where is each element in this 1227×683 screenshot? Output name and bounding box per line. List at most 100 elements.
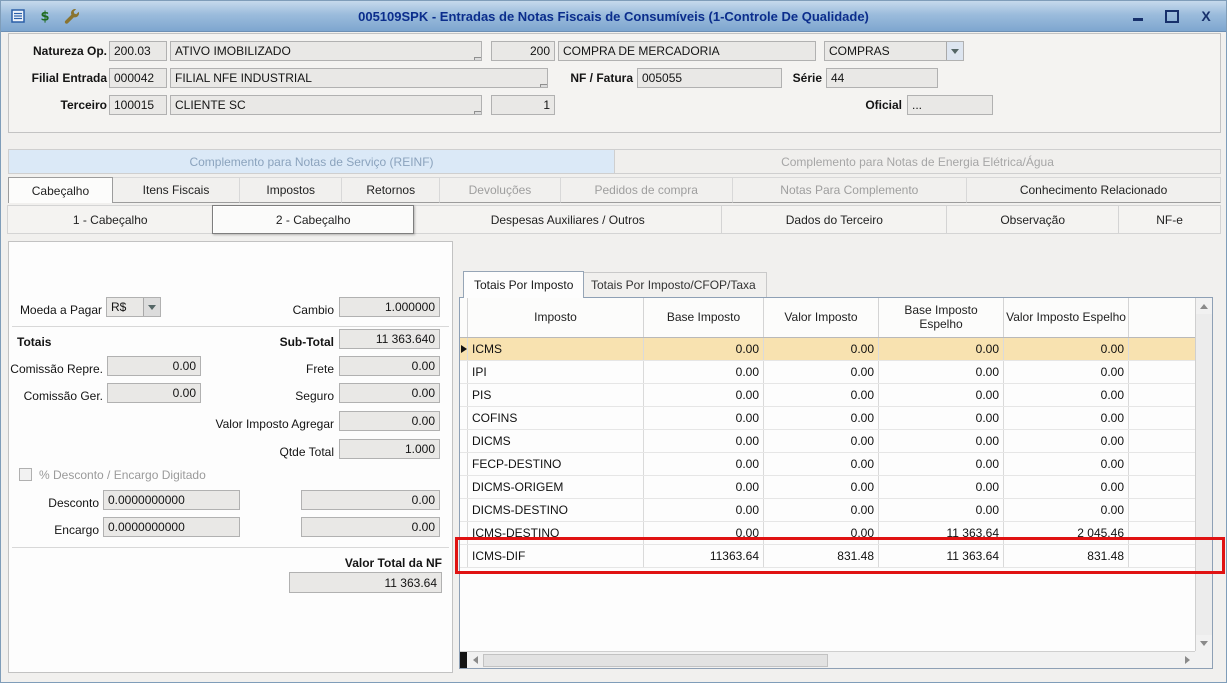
row-marker bbox=[460, 407, 468, 429]
valor-imposto-agregar-field[interactable]: 0.00 bbox=[339, 411, 440, 431]
grupo-combobox[interactable]: COMPRAS bbox=[824, 41, 964, 61]
cell-imposto: ICMS-DIF bbox=[468, 545, 644, 567]
oficial-label: Oficial bbox=[854, 95, 902, 115]
scroll-down-icon[interactable] bbox=[1196, 635, 1212, 651]
subtab-observacao[interactable]: Observação bbox=[946, 205, 1119, 234]
cell-filler bbox=[1129, 338, 1195, 360]
cell-valor-espelho: 0.00 bbox=[1004, 338, 1129, 360]
window-title: 005109SPK - Entradas de Notas Fiscais de… bbox=[1, 9, 1226, 24]
row-marker bbox=[460, 499, 468, 521]
cell-base: 11363.64 bbox=[644, 545, 764, 567]
cell-valor: 0.00 bbox=[764, 430, 879, 452]
cell-imposto: PIS bbox=[468, 384, 644, 406]
scrollbar-corner bbox=[1195, 651, 1212, 668]
column-header-valor-imposto[interactable]: Valor Imposto bbox=[764, 298, 879, 337]
scroll-right-icon[interactable] bbox=[1179, 652, 1195, 668]
horizontal-scrollbar[interactable] bbox=[460, 651, 1195, 668]
lookup-button[interactable] bbox=[540, 84, 548, 88]
vertical-scroll-track[interactable] bbox=[1196, 314, 1212, 635]
cell-valor: 0.00 bbox=[764, 338, 879, 360]
minimize-button[interactable] bbox=[1130, 8, 1146, 24]
tipo-desc-field[interactable]: COMPRA DE MERCADORIA bbox=[558, 41, 816, 61]
terceiro-desc-field[interactable]: CLIENTE SC bbox=[170, 95, 482, 115]
cell-valor: 0.00 bbox=[764, 522, 879, 544]
sub-tab-bar: 1 - Cabeçalho 2 - Cabeçalho Despesas Aux… bbox=[8, 205, 1221, 234]
table-row-icms-dif[interactable]: ICMS-DIF 11363.64 831.48 11 363.64 831.4… bbox=[460, 545, 1195, 568]
tipo-code-field[interactable]: 200 bbox=[491, 41, 555, 61]
subtab-2-cabecalho[interactable]: 2 - Cabeçalho bbox=[212, 205, 414, 234]
subtab-dados-do-terceiro[interactable]: Dados do Terceiro bbox=[721, 205, 947, 234]
subtab-nfe[interactable]: NF-e bbox=[1118, 205, 1221, 234]
table-row-ipi[interactable]: IPI 0.00 0.00 0.00 0.00 bbox=[460, 361, 1195, 384]
subtab-despesas-auxiliares[interactable]: Despesas Auxiliares / Outros bbox=[413, 205, 722, 234]
lookup-button[interactable] bbox=[474, 111, 482, 115]
subtab-1-cabecalho[interactable]: 1 - Cabeçalho bbox=[7, 205, 213, 234]
row-marker bbox=[460, 522, 468, 544]
encargo-pct-field[interactable]: 0.0000000000 bbox=[103, 517, 240, 537]
table-row-dicms-destino[interactable]: DICMS-DESTINO 0.00 0.00 0.00 0.00 bbox=[460, 499, 1195, 522]
column-header-imposto[interactable]: Imposto bbox=[468, 298, 644, 337]
cambio-field[interactable]: 1.000000 bbox=[339, 297, 440, 317]
column-header-filler bbox=[1129, 298, 1195, 337]
cell-filler bbox=[1129, 476, 1195, 498]
chevron-down-icon[interactable] bbox=[946, 42, 963, 60]
table-row-dicms[interactable]: DICMS 0.00 0.00 0.00 0.00 bbox=[460, 430, 1195, 453]
comissao-ger-field[interactable]: 0.00 bbox=[107, 383, 201, 403]
tab-totais-por-imposto[interactable]: Totais Por Imposto bbox=[463, 271, 584, 298]
tab-conhecimento-relacionado[interactable]: Conhecimento Relacionado bbox=[967, 177, 1221, 203]
row-marker bbox=[460, 361, 468, 383]
terceiro-code-field[interactable]: 100015 bbox=[109, 95, 167, 115]
wrench-icon[interactable] bbox=[63, 7, 81, 25]
frete-label: Frete bbox=[239, 359, 334, 379]
horizontal-scroll-thumb[interactable] bbox=[483, 654, 828, 667]
frete-field[interactable]: 0.00 bbox=[339, 356, 440, 376]
table-row-icms[interactable]: ICMS 0.00 0.00 0.00 0.00 bbox=[460, 338, 1195, 361]
title-bar: $ 005109SPK - Entradas de Notas Fiscais … bbox=[1, 1, 1226, 32]
row-marker bbox=[460, 430, 468, 452]
ledger-icon[interactable] bbox=[9, 7, 27, 25]
natureza-desc-field[interactable]: ATIVO IMOBILIZADO bbox=[170, 41, 482, 61]
table-row-cofins[interactable]: COFINS 0.00 0.00 0.00 0.00 bbox=[460, 407, 1195, 430]
oficial-lookup-field[interactable]: ... bbox=[907, 95, 993, 115]
lookup-button[interactable] bbox=[474, 57, 482, 61]
table-row-dicms-origem[interactable]: DICMS-ORIGEM 0.00 0.00 0.00 0.00 bbox=[460, 476, 1195, 499]
maximize-button[interactable] bbox=[1164, 8, 1180, 24]
desconto-pct-field[interactable]: 0.0000000000 bbox=[103, 490, 240, 510]
currency-icon[interactable]: $ bbox=[36, 7, 54, 25]
cell-imposto: COFINS bbox=[468, 407, 644, 429]
seguro-field[interactable]: 0.00 bbox=[339, 383, 440, 403]
cell-filler bbox=[1129, 522, 1195, 544]
table-row-pis[interactable]: PIS 0.00 0.00 0.00 0.00 bbox=[460, 384, 1195, 407]
vertical-scrollbar[interactable] bbox=[1195, 298, 1212, 651]
column-header-base-imposto-espelho[interactable]: Base Imposto Espelho bbox=[879, 298, 1004, 337]
scroll-up-icon[interactable] bbox=[1196, 298, 1212, 314]
tab-retornos[interactable]: Retornos bbox=[342, 177, 440, 203]
tab-impostos[interactable]: Impostos bbox=[240, 177, 342, 203]
row-marker bbox=[460, 338, 468, 360]
column-header-valor-imposto-espelho[interactable]: Valor Imposto Espelho bbox=[1004, 298, 1129, 337]
impostos-panel: Totais Por Imposto Totais Por Imposto/CF… bbox=[459, 241, 1221, 673]
table-row-icms-destino[interactable]: ICMS-DESTINO 0.00 0.00 11 363.64 2 045.4… bbox=[460, 522, 1195, 545]
filial-desc-field[interactable]: FILIAL NFE INDUSTRIAL bbox=[170, 68, 548, 88]
terceiro-label: Terceiro bbox=[11, 95, 107, 115]
desconto-valor-field[interactable]: 0.00 bbox=[301, 490, 440, 510]
nf-fatura-field[interactable]: 005055 bbox=[637, 68, 782, 88]
cell-base-espelho: 0.00 bbox=[879, 407, 1004, 429]
table-row-fecp-destino[interactable]: FECP-DESTINO 0.00 0.00 0.00 0.00 bbox=[460, 453, 1195, 476]
scroll-left-icon[interactable] bbox=[467, 652, 483, 668]
column-header-base-imposto[interactable]: Base Imposto bbox=[644, 298, 764, 337]
tab-itens-fiscais[interactable]: Itens Fiscais bbox=[113, 177, 240, 203]
moeda-label: Moeda a Pagar bbox=[9, 300, 102, 320]
comissao-repre-field[interactable]: 0.00 bbox=[107, 356, 201, 376]
serie-field[interactable]: 44 bbox=[826, 68, 938, 88]
tab-totais-por-imposto-cfop-taxa[interactable]: Totais Por Imposto/CFOP/Taxa bbox=[581, 272, 767, 298]
natureza-code-field[interactable]: 200.03 bbox=[109, 41, 167, 61]
terceiro-seq-field[interactable]: 1 bbox=[491, 95, 555, 115]
tab-cabecalho[interactable]: Cabeçalho bbox=[8, 177, 113, 203]
filial-code-field[interactable]: 000042 bbox=[109, 68, 167, 88]
cell-base: 0.00 bbox=[644, 476, 764, 498]
close-button[interactable]: X bbox=[1198, 8, 1214, 24]
cell-valor-espelho: 0.00 bbox=[1004, 499, 1129, 521]
encargo-valor-field[interactable]: 0.00 bbox=[301, 517, 440, 537]
cell-valor-espelho: 0.00 bbox=[1004, 407, 1129, 429]
